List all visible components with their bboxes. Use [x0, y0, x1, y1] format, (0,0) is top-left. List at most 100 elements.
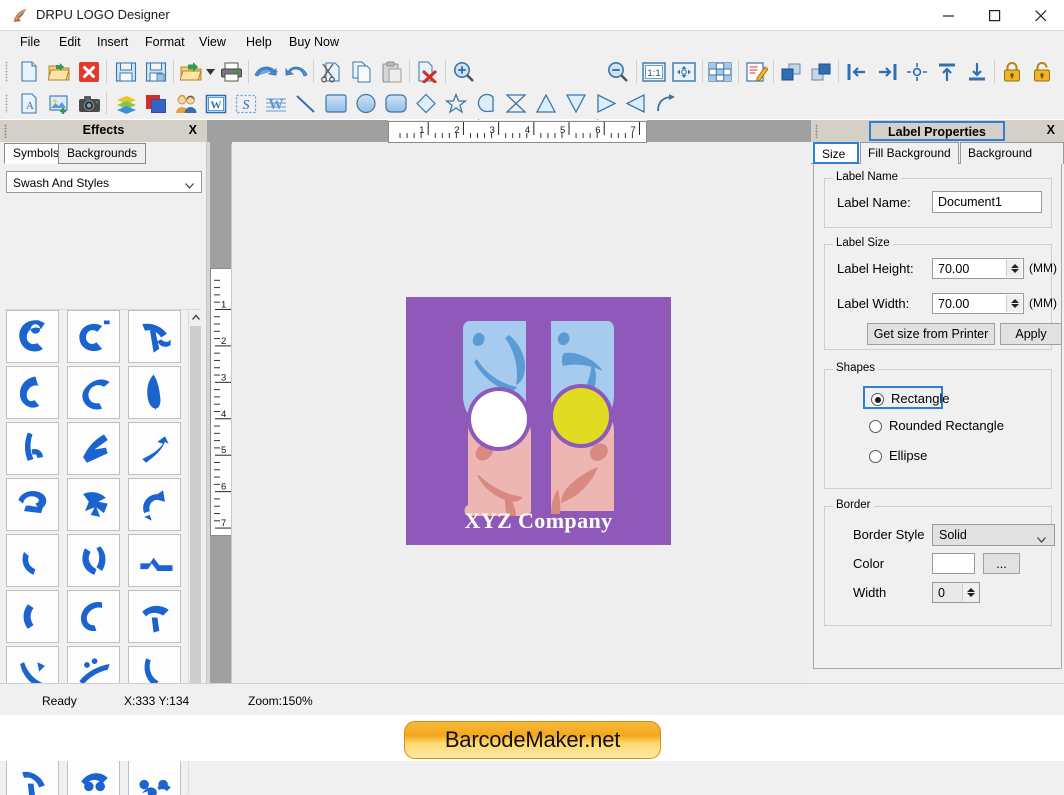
export-dropdown-arrow-icon[interactable]: [206, 67, 215, 76]
symbol-item[interactable]: [67, 422, 120, 475]
minimize-button[interactable]: [926, 0, 972, 31]
symbol-item[interactable]: [128, 534, 181, 587]
symbol-item[interactable]: [6, 758, 59, 795]
align-right-button[interactable]: [874, 59, 900, 85]
label-height-spinner[interactable]: [1006, 260, 1022, 277]
barcodemaker-banner[interactable]: BarcodeMaker.net: [404, 721, 661, 759]
symbol-item[interactable]: [6, 534, 59, 587]
symbol-item[interactable]: [128, 422, 181, 475]
save-button[interactable]: [113, 59, 139, 85]
curve-tool-button[interactable]: [653, 91, 679, 116]
menu-format[interactable]: Format: [138, 34, 192, 52]
export-button[interactable]: [178, 59, 204, 85]
ellipse-tool-button[interactable]: [353, 91, 379, 116]
menu-file[interactable]: File: [13, 34, 47, 52]
print-button[interactable]: [218, 59, 244, 85]
symbol-item[interactable]: [67, 758, 120, 795]
layers-button[interactable]: [113, 91, 139, 116]
align-center-button[interactable]: [904, 59, 930, 85]
clipart-button[interactable]: [173, 91, 199, 116]
menu-edit[interactable]: Edit: [52, 34, 88, 52]
symbol-item[interactable]: [6, 478, 59, 531]
close-document-button[interactable]: [76, 59, 102, 85]
symbol-item[interactable]: [6, 366, 59, 419]
label-height-input[interactable]: 70.00: [932, 258, 1024, 279]
tab-fill-background[interactable]: Fill Background: [860, 142, 959, 164]
redo-button[interactable]: [283, 59, 309, 85]
triangle-right-button[interactable]: [593, 91, 619, 116]
new-document-button[interactable]: [16, 59, 42, 85]
rectangle-tool-button[interactable]: [323, 91, 349, 116]
symbol-item[interactable]: [6, 590, 59, 643]
insert-text-button[interactable]: A: [16, 91, 42, 116]
edit-properties-button[interactable]: [743, 59, 769, 85]
menu-view[interactable]: View: [192, 34, 233, 52]
actual-size-button[interactable]: 1:1: [641, 59, 667, 85]
word-art-button[interactable]: W: [203, 91, 229, 116]
design-page[interactable]: XYZ Company: [231, 144, 811, 683]
symbol-item[interactable]: [67, 366, 120, 419]
border-width-spinner[interactable]: [962, 584, 978, 601]
star-tool-button[interactable]: [443, 91, 469, 116]
triangle-left-button[interactable]: [623, 91, 649, 116]
signature-button[interactable]: S: [233, 91, 259, 116]
symbol-item[interactable]: [6, 422, 59, 475]
menu-buy-now[interactable]: Buy Now: [282, 34, 346, 52]
symbol-item[interactable]: [67, 310, 120, 363]
symbol-item[interactable]: [128, 310, 181, 363]
symbol-item[interactable]: [128, 478, 181, 531]
line-tool-button[interactable]: [293, 91, 319, 116]
grid-button[interactable]: [707, 59, 733, 85]
maximize-button[interactable]: [972, 0, 1018, 31]
unlock-button[interactable]: [1029, 59, 1055, 85]
symbol-item[interactable]: [128, 758, 181, 795]
paste-button[interactable]: [379, 59, 405, 85]
symbol-item[interactable]: [128, 590, 181, 643]
zoom-in-button[interactable]: [451, 59, 477, 85]
diamond-tool-button[interactable]: [413, 91, 439, 116]
border-color-swatch[interactable]: [932, 553, 975, 574]
save-as-button[interactable]: [143, 59, 169, 85]
background-button[interactable]: [143, 91, 169, 116]
rounded-rect-button[interactable]: [383, 91, 409, 116]
properties-panel-close-button[interactable]: X: [1047, 123, 1055, 137]
radio-rounded-rectangle[interactable]: Rounded Rectangle: [869, 418, 1019, 436]
scrollbar-thumb[interactable]: [190, 326, 201, 726]
triangle-down-button[interactable]: [563, 91, 589, 116]
tab-background-effects[interactable]: Background Effects: [960, 142, 1064, 181]
label-width-spinner[interactable]: [1006, 295, 1022, 312]
label-width-input[interactable]: 70.00: [932, 293, 1024, 314]
symbol-category-combo[interactable]: Swash And Styles: [6, 171, 202, 193]
send-back-button[interactable]: [808, 59, 834, 85]
triangle-up-button[interactable]: [533, 91, 559, 116]
delete-button[interactable]: [414, 59, 440, 85]
get-size-from-printer-button[interactable]: Get size from Printer: [867, 323, 995, 345]
draw-toolbar-grip[interactable]: [5, 94, 8, 113]
bring-front-button[interactable]: [778, 59, 804, 85]
symbol-item[interactable]: [67, 590, 120, 643]
lock-button[interactable]: [999, 59, 1025, 85]
capture-button[interactable]: [76, 91, 102, 116]
border-style-select[interactable]: Solid: [932, 524, 1055, 546]
cut-button[interactable]: [319, 59, 345, 85]
properties-panel-grip[interactable]: [815, 124, 818, 138]
menu-insert[interactable]: Insert: [90, 34, 135, 52]
border-width-input[interactable]: 0: [932, 582, 980, 603]
border-color-picker-button[interactable]: ...: [983, 553, 1020, 574]
apply-button[interactable]: Apply: [1000, 323, 1062, 345]
menu-help[interactable]: Help: [239, 34, 279, 52]
watermark-button[interactable]: W: [263, 91, 289, 116]
scroll-up-arrow-icon[interactable]: [189, 310, 202, 325]
symbol-item[interactable]: [67, 534, 120, 587]
tab-backgrounds[interactable]: Backgrounds: [58, 143, 147, 164]
toolbar-grip[interactable]: [5, 61, 8, 82]
open-button[interactable]: [46, 59, 72, 85]
symbol-item[interactable]: [67, 478, 120, 531]
align-left-button[interactable]: [844, 59, 870, 85]
tab-size[interactable]: Size: [813, 142, 859, 164]
effects-panel-close-button[interactable]: X: [189, 123, 197, 137]
zoom-out-button[interactable]: [605, 59, 631, 85]
label-name-input[interactable]: Document1: [932, 191, 1042, 213]
arc-tool-button[interactable]: [473, 91, 499, 116]
align-top-button[interactable]: [934, 59, 960, 85]
